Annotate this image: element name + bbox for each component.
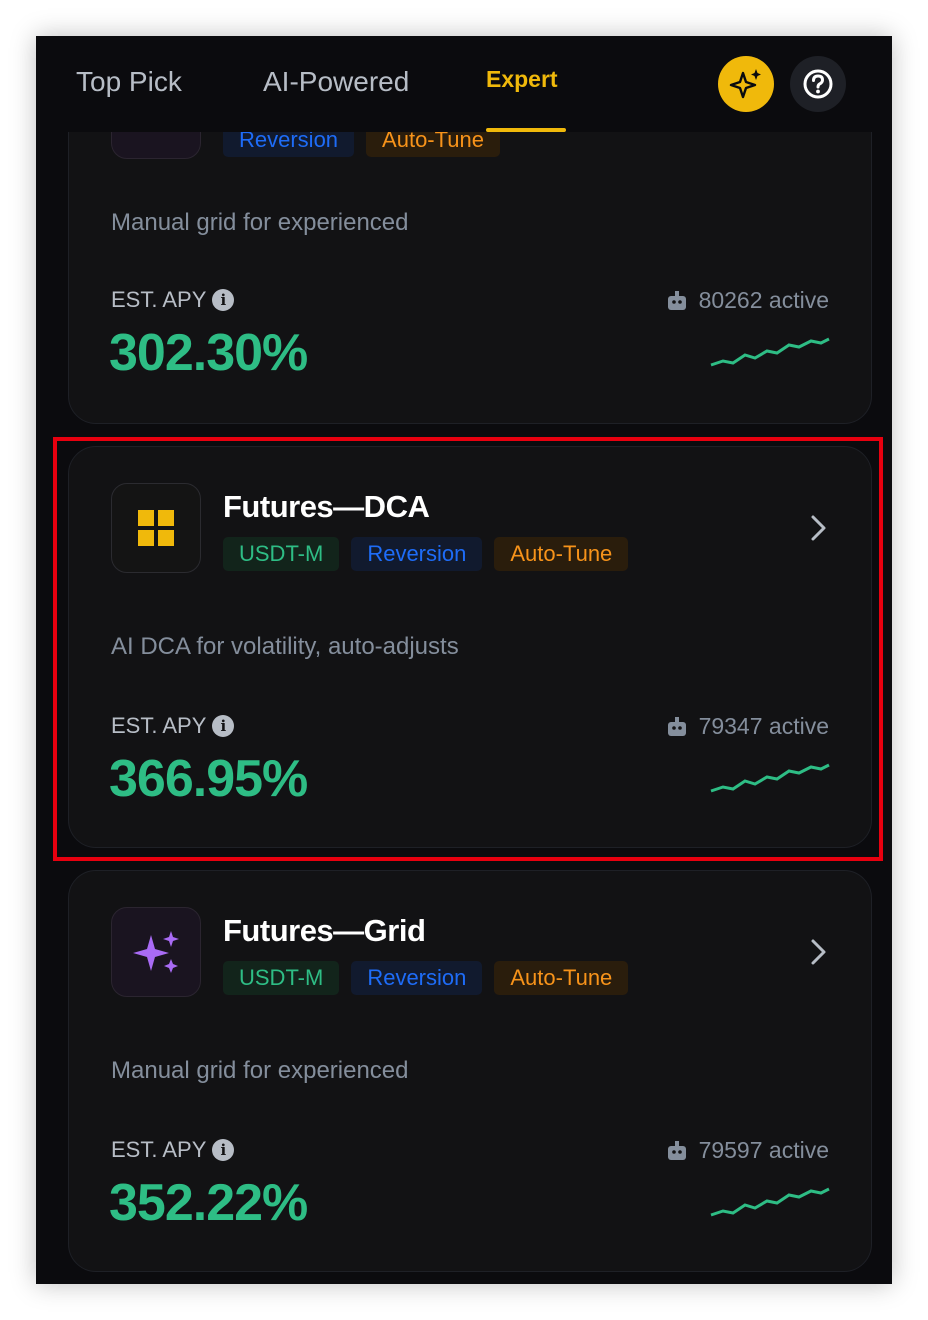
strategy-description: AI DCA for volatility, auto-adjusts xyxy=(111,633,459,660)
tab-top-pick[interactable]: Top Pick xyxy=(76,66,182,98)
robot-icon xyxy=(667,716,686,736)
apy-label: EST. APY i xyxy=(111,713,235,739)
chevron-right-icon[interactable] xyxy=(809,513,829,543)
info-icon[interactable]: i xyxy=(212,1139,235,1161)
active-count-text: 79597 active xyxy=(698,1137,829,1163)
tag-list: USDT-M Reversion Auto-Tune xyxy=(223,961,629,995)
active-count: 79597 active xyxy=(665,1137,829,1164)
sparkle-icon xyxy=(729,69,761,99)
apy-label: EST. APY i xyxy=(111,287,235,313)
strategy-description: Manual grid for experienced xyxy=(111,1057,409,1084)
help-button[interactable] xyxy=(790,56,846,112)
strategy-description: Manual grid for experienced xyxy=(111,209,409,236)
tag-reversion: Reversion xyxy=(351,961,483,995)
robot-icon xyxy=(667,290,686,310)
tag-auto-tune: Auto-Tune xyxy=(494,537,629,571)
strategy-card[interactable]: Futures—DCA USDT-M Reversion Auto-Tune A… xyxy=(68,446,872,848)
active-count: 79347 active xyxy=(665,713,829,740)
apy-value: 366.95% xyxy=(109,750,308,808)
chevron-right-icon[interactable] xyxy=(809,937,829,967)
active-count: 80262 active xyxy=(665,287,829,314)
strategy-icon-box xyxy=(111,483,201,573)
sparkle-icon xyxy=(133,931,179,973)
tag-usdt-m: USDT-M xyxy=(223,961,340,995)
apy-value: 302.30% xyxy=(109,324,308,382)
tag-auto-tune: Auto-Tune xyxy=(494,961,629,995)
info-icon[interactable]: i xyxy=(212,289,235,311)
info-icon[interactable]: i xyxy=(212,715,235,737)
tab-bar: Top Pick AI-Powered Expert xyxy=(36,36,892,132)
apy-label-text: EST. APY xyxy=(111,287,207,312)
active-tab-indicator xyxy=(486,128,566,132)
apy-value: 352.22% xyxy=(109,1174,308,1232)
grid-squares-icon xyxy=(138,510,174,546)
strategy-card[interactable]: Futures—Grid USDT-M Reversion Auto-Tune … xyxy=(68,870,872,1272)
question-circle-icon xyxy=(803,69,833,99)
app-screen: Reversion Auto-Tune Manual grid for expe… xyxy=(36,36,892,1284)
strategy-title: Futures—DCA xyxy=(223,489,430,524)
ai-assistant-button[interactable] xyxy=(718,56,774,112)
apy-label-text: EST. APY xyxy=(111,1137,207,1162)
robot-icon xyxy=(667,1140,686,1160)
sparkline xyxy=(710,763,830,793)
strategy-title: Futures—Grid xyxy=(223,913,426,948)
apy-label-text: EST. APY xyxy=(111,713,207,738)
tab-ai-powered[interactable]: AI-Powered xyxy=(263,66,409,98)
tag-reversion: Reversion xyxy=(351,537,483,571)
active-count-text: 79347 active xyxy=(698,713,829,739)
tag-usdt-m: USDT-M xyxy=(223,537,340,571)
strategy-icon-box xyxy=(111,907,201,997)
apy-label: EST. APY i xyxy=(111,1137,235,1163)
sparkline xyxy=(710,337,830,367)
active-count-text: 80262 active xyxy=(698,287,829,313)
sparkline xyxy=(710,1187,830,1217)
tag-list: USDT-M Reversion Auto-Tune xyxy=(223,537,629,571)
